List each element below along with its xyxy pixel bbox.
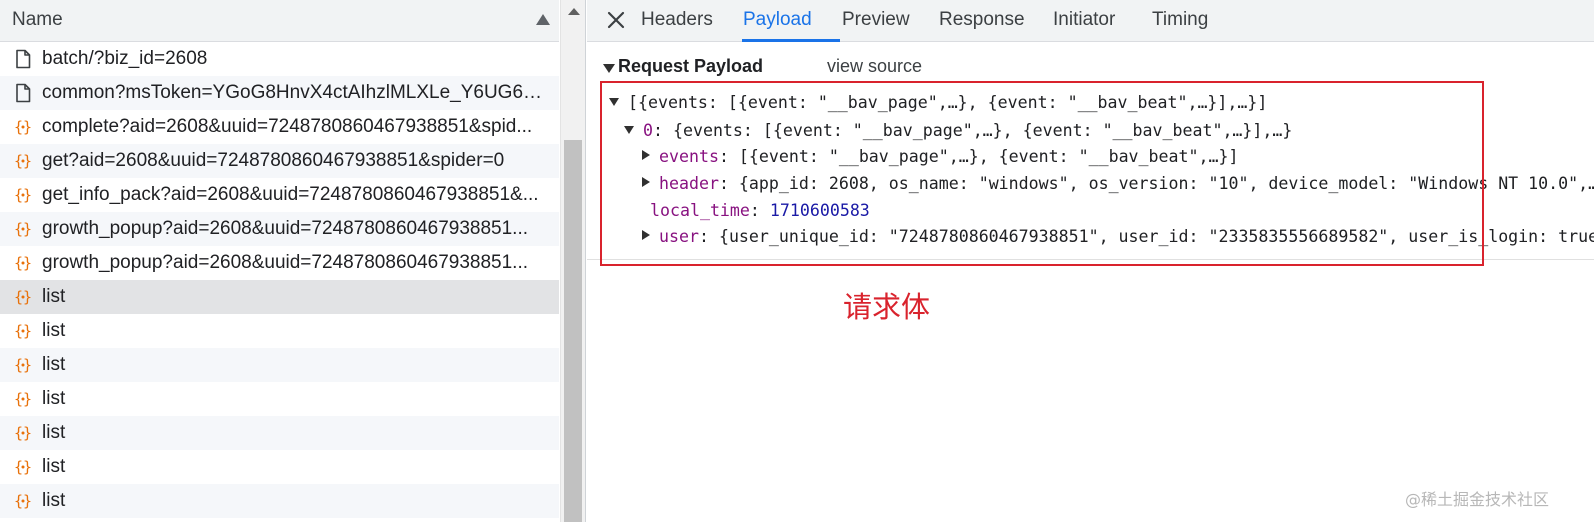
fetch-icon: {}	[13, 117, 33, 137]
request-name: list	[42, 456, 66, 477]
request-row[interactable]: {} complete?aid=2608&uuid=724878086046793…	[0, 110, 559, 144]
request-detail-panel: Headers Payload Preview Response Initiat…	[587, 0, 1594, 522]
name-column-label: Name	[12, 9, 63, 30]
list-scrollbar[interactable]	[560, 0, 586, 522]
request-name: list	[42, 422, 66, 443]
fetch-icon: {}	[13, 321, 33, 341]
request-row[interactable]: {} list	[0, 280, 559, 314]
request-row[interactable]: {} list	[0, 348, 559, 382]
request-name: growth_popup?aid=2608&uuid=7248780860467…	[42, 218, 529, 239]
sort-ascending-icon[interactable]	[536, 14, 550, 25]
annotation-label: 请求体	[843, 290, 931, 324]
fetch-icon: {}	[13, 389, 33, 409]
request-name: list	[42, 388, 66, 409]
request-row[interactable]: {} list	[0, 382, 559, 416]
fetch-icon: {}	[13, 151, 33, 171]
request-name: list	[42, 286, 66, 307]
request-rows: batch/?biz_id=2608 common?msToken=YGoG8Hn…	[0, 42, 559, 518]
view-source-link[interactable]: view source	[827, 56, 922, 77]
request-row[interactable]: {} list	[0, 484, 559, 518]
fetch-icon: {}	[13, 355, 33, 375]
request-row[interactable]: common?msToken=YGoG8HnvX4ctAIhzlMLXLe_Y6…	[0, 76, 559, 110]
request-name: get?aid=2608&uuid=7248780860467938851&sp…	[42, 150, 505, 171]
request-name: common?msToken=YGoG8HnvX4ctAIhzlMLXLe_Y6…	[42, 82, 552, 103]
request-row[interactable]: {} get_info_pack?aid=2608&uuid=7248780860…	[0, 178, 559, 212]
request-row[interactable]: {} growth_popup?aid=2608&uuid=72487808604…	[0, 212, 559, 246]
document-icon	[13, 83, 33, 103]
fetch-icon: {}	[13, 457, 33, 477]
collapse-triangle-icon[interactable]	[603, 64, 615, 73]
request-name: get_info_pack?aid=2608&uuid=724878086046…	[42, 184, 539, 205]
watermark: @稀土掘金技术社区	[1405, 490, 1550, 509]
fetch-icon: {}	[13, 253, 33, 273]
request-name: list	[42, 490, 66, 511]
fetch-icon: {}	[13, 423, 33, 443]
fetch-icon: {}	[13, 185, 33, 205]
request-row[interactable]: {} list	[0, 416, 559, 450]
scroll-up-arrow-icon[interactable]	[568, 8, 580, 15]
document-icon	[13, 49, 33, 69]
request-row[interactable]: {} list	[0, 314, 559, 348]
request-row[interactable]: {} list	[0, 450, 559, 484]
request-name: growth_popup?aid=2608&uuid=7248780860467…	[42, 252, 529, 273]
request-row[interactable]: {} growth_popup?aid=2608&uuid=72487808604…	[0, 246, 559, 280]
red-highlight-box	[600, 81, 1484, 266]
fetch-icon: {}	[13, 287, 33, 307]
request-name: list	[42, 354, 66, 375]
request-list-panel: Name batch/?biz_id=2608 common?msToken=YG…	[0, 0, 586, 522]
request-name: batch/?biz_id=2608	[42, 48, 208, 69]
fetch-icon: {}	[13, 219, 33, 239]
request-row[interactable]: batch/?biz_id=2608	[0, 42, 559, 76]
name-column-header[interactable]: Name	[0, 0, 559, 42]
request-payload-title: Request Payload	[618, 56, 764, 76]
scrollbar-thumb[interactable]	[564, 140, 582, 522]
fetch-icon: {}	[13, 491, 33, 511]
request-row[interactable]: {} get?aid=2608&uuid=7248780860467938851&…	[0, 144, 559, 178]
request-name: complete?aid=2608&uuid=72487808604679388…	[42, 116, 533, 137]
request-name: list	[42, 320, 66, 341]
